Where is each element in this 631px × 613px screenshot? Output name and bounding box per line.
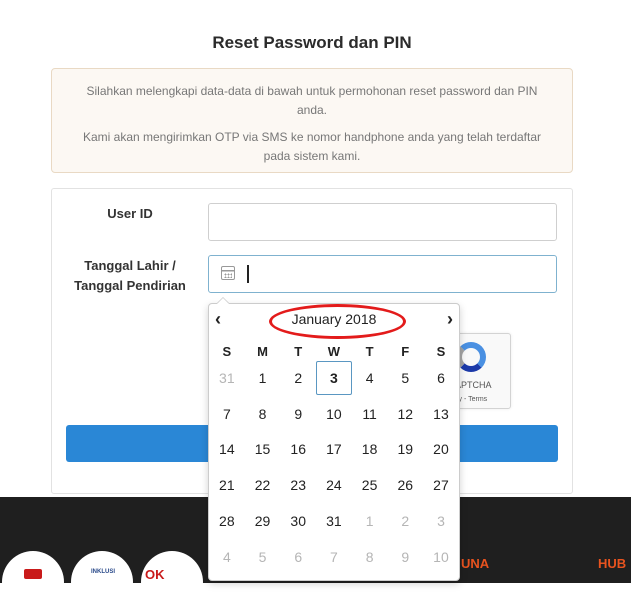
- text-cursor: [247, 265, 249, 283]
- datepicker-day[interactable]: 21: [209, 467, 245, 503]
- datepicker-day[interactable]: 19: [387, 432, 423, 468]
- footer-logo-3: OK: [141, 551, 203, 613]
- datepicker-day[interactable]: 18: [352, 432, 388, 468]
- annotation-circle: [269, 304, 406, 339]
- weekday-header: M: [257, 344, 268, 359]
- footer-logo-2-text: INKLUSI: [91, 569, 115, 575]
- info-alert: Silahkan melengkapi data-data di bawah u…: [51, 68, 573, 173]
- datepicker-day[interactable]: 27: [423, 467, 459, 503]
- datepicker-day[interactable]: 5: [387, 360, 423, 396]
- datepicker-day[interactable]: 22: [245, 467, 281, 503]
- calendar-icon[interactable]: [221, 266, 235, 280]
- datepicker-day[interactable]: 16: [280, 432, 316, 468]
- birth-date-input[interactable]: [208, 255, 557, 293]
- datepicker-day[interactable]: 6: [423, 360, 459, 396]
- weekday-header: T: [365, 344, 374, 359]
- datepicker-day[interactable]: 1: [352, 503, 388, 539]
- info-paragraph-1: Silahkan melengkapi data-data di bawah u…: [86, 84, 538, 117]
- datepicker-day[interactable]: 1: [245, 360, 281, 396]
- datepicker-weekday-row: SMTWTFS: [209, 343, 461, 360]
- datepicker-week-row: 21 22 23 24 25 26 27: [209, 467, 461, 503]
- user-id-label: User ID: [107, 206, 153, 221]
- datepicker-day[interactable]: 4: [352, 360, 388, 396]
- datepicker-pointer-inner: [217, 298, 229, 304]
- datepicker-day[interactable]: 6: [280, 539, 316, 575]
- datepicker-day[interactable]: 9: [387, 539, 423, 575]
- weekday-header: F: [401, 344, 410, 359]
- datepicker-grid: SMTWTFS 31 1 2 3 4 5 6 7 8 9 10 11 12 13 14 15 16 17 18 19 2…: [209, 343, 461, 575]
- footer-logo-1: [2, 551, 64, 613]
- datepicker-day[interactable]: 8: [245, 396, 281, 432]
- footer-logo-3-text: OK: [145, 567, 165, 582]
- datepicker-day[interactable]: 13: [423, 396, 459, 432]
- footer-heading-right: HUB: [598, 556, 627, 571]
- datepicker-day[interactable]: 2: [280, 360, 316, 396]
- chevron-right-icon[interactable]: ›: [440, 309, 460, 330]
- datepicker-day[interactable]: 8: [352, 539, 388, 575]
- datepicker-day[interactable]: 4: [209, 539, 245, 575]
- datepicker-day[interactable]: 30: [280, 503, 316, 539]
- datepicker-day[interactable]: 17: [316, 432, 352, 468]
- datepicker-day[interactable]: 10: [423, 539, 459, 575]
- datepicker-day[interactable]: 26: [387, 467, 423, 503]
- datepicker-week-row: 28 29 30 31 1 2 3: [209, 503, 461, 539]
- datepicker-week-row: 7 8 9 10 11 12 13: [209, 396, 461, 432]
- birth-date-label-line1: Tanggal Lahir /: [84, 258, 176, 273]
- datepicker-week-row: 14 15 16 17 18 19 20: [209, 432, 461, 468]
- datepicker-day[interactable]: 9: [280, 396, 316, 432]
- datepicker-day[interactable]: 7: [316, 539, 352, 575]
- datepicker-day[interactable]: 25: [352, 467, 388, 503]
- datepicker-day[interactable]: 12: [387, 396, 423, 432]
- weekday-header: W: [327, 344, 341, 359]
- datepicker-day[interactable]: 20: [423, 432, 459, 468]
- birth-date-label: Tanggal Lahir / Tanggal Pendirian: [64, 256, 196, 296]
- weekday-header: S: [436, 344, 446, 359]
- birth-date-label-line2: Tanggal Pendirian: [74, 278, 186, 293]
- datepicker-day[interactable]: 29: [245, 503, 281, 539]
- datepicker-day[interactable]: 5: [245, 539, 281, 575]
- datepicker-week-row: 4 5 6 7 8 9 10: [209, 539, 461, 575]
- datepicker-day[interactable]: 10: [316, 396, 352, 432]
- datepicker-day[interactable]: 14: [209, 432, 245, 468]
- datepicker-day[interactable]: 28: [209, 503, 245, 539]
- weekday-header: S: [222, 344, 232, 359]
- datepicker-day[interactable]: 7: [209, 396, 245, 432]
- footer-heading-partial: UNA: [461, 556, 490, 571]
- info-paragraph-2: Kami akan mengirimkan OTP via SMS ke nom…: [82, 130, 542, 163]
- footer-logo-2: INKLUSI: [71, 551, 133, 613]
- datepicker-day[interactable]: 31: [209, 360, 245, 396]
- datepicker-day[interactable]: 23: [280, 467, 316, 503]
- datepicker-day-today[interactable]: 3: [316, 361, 352, 395]
- page-title: Reset Password dan PIN: [212, 33, 412, 52]
- datepicker-day[interactable]: 31: [316, 503, 352, 539]
- datepicker-day[interactable]: 24: [316, 467, 352, 503]
- datepicker-day[interactable]: 11: [352, 396, 388, 432]
- weekday-header: T: [294, 344, 303, 359]
- user-id-input[interactable]: [208, 203, 557, 241]
- datepicker-day[interactable]: 2: [387, 503, 423, 539]
- datepicker-week-row: 31 1 2 3 4 5 6: [209, 360, 461, 396]
- datepicker-day[interactable]: 15: [245, 432, 281, 468]
- chevron-left-icon[interactable]: ‹: [208, 309, 228, 330]
- datepicker-day[interactable]: 3: [423, 503, 459, 539]
